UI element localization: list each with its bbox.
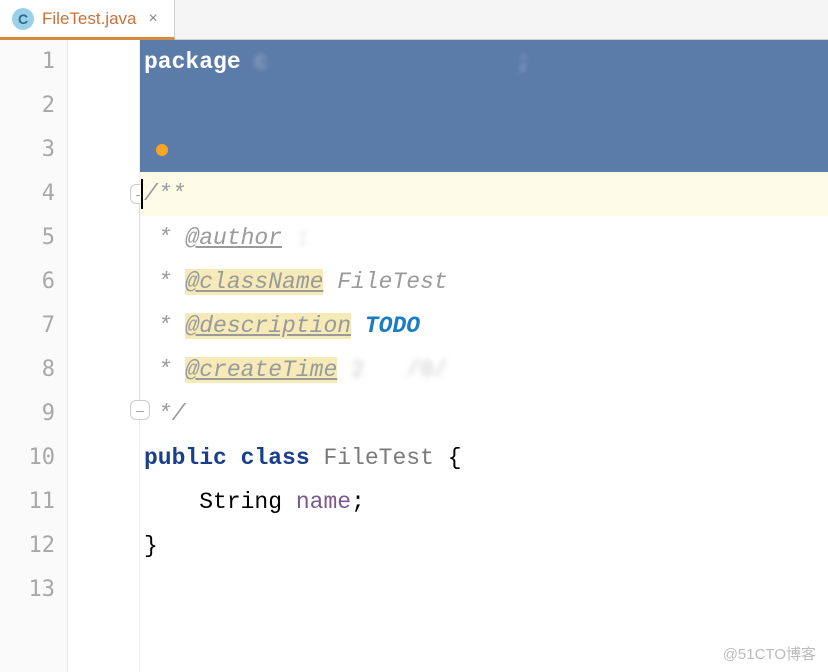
editor-tab[interactable]: C FileTest.java × xyxy=(0,0,175,40)
code-line[interactable]: } xyxy=(140,524,828,568)
keyword-class: class xyxy=(241,445,310,471)
code-line[interactable]: package c ; xyxy=(140,40,828,84)
tab-bar: C FileTest.java × xyxy=(0,0,828,40)
close-icon[interactable]: × xyxy=(144,10,161,28)
warning-dot-icon xyxy=(156,144,168,156)
code-line[interactable]: * @description TODO xyxy=(140,304,828,348)
line-number: 2 xyxy=(0,84,67,128)
line-number: 8 xyxy=(0,348,67,392)
code-line[interactable]: * @author : xyxy=(140,216,828,260)
line-number: 11 xyxy=(0,480,67,524)
tab-filename: FileTest.java xyxy=(42,9,136,29)
line-number: 9 xyxy=(0,392,67,436)
watermark: @51CTO博客 xyxy=(723,643,816,664)
doc-tag-author: @author xyxy=(185,225,282,251)
doc-tag-createtime: @createTime xyxy=(185,357,337,383)
line-number: 6 xyxy=(0,260,67,304)
code-line[interactable]: * @className FileTest xyxy=(140,260,828,304)
code-line[interactable] xyxy=(140,128,828,172)
todo-marker: TODO xyxy=(365,313,420,339)
code-line[interactable] xyxy=(140,84,828,128)
code-line[interactable]: * @createTime 2 /0/ xyxy=(140,348,828,392)
editor-area: 1 2 3 4 5 6 7 8 9 10 11 12 13 – – packag… xyxy=(0,40,828,672)
doc-tag-description: @description xyxy=(185,313,351,339)
text-caret xyxy=(141,179,143,209)
doc-open: /** xyxy=(144,181,185,207)
keyword-package: package xyxy=(144,49,241,75)
package-name: c ; xyxy=(241,49,531,75)
line-number-gutter: 1 2 3 4 5 6 7 8 9 10 11 12 13 xyxy=(0,40,68,672)
class-identifier: FileTest xyxy=(323,445,433,471)
code-line[interactable]: */ xyxy=(140,392,828,436)
line-number: 7 xyxy=(0,304,67,348)
doc-close: */ xyxy=(144,401,185,427)
code-line[interactable]: /** xyxy=(140,172,828,216)
code-line[interactable]: public class FileTest { xyxy=(140,436,828,480)
java-class-icon: C xyxy=(12,8,34,30)
line-number: 1 xyxy=(0,40,67,84)
line-number: 13 xyxy=(0,568,67,612)
line-number: 3 xyxy=(0,128,67,172)
doc-tag-classname: @className xyxy=(185,269,323,295)
line-number: 5 xyxy=(0,216,67,260)
keyword-public: public xyxy=(144,445,227,471)
line-number: 10 xyxy=(0,436,67,480)
fold-gutter: – – xyxy=(68,40,140,672)
field-type: String xyxy=(199,489,282,515)
line-number: 4 xyxy=(0,172,67,216)
line-number: 12 xyxy=(0,524,67,568)
code-editor[interactable]: package c ; /** * @author : * @className… xyxy=(140,40,828,672)
code-line[interactable]: String name; xyxy=(140,480,828,524)
classname-value: FileTest xyxy=(323,269,447,295)
author-value: : xyxy=(282,225,448,251)
code-line[interactable] xyxy=(140,568,828,612)
createtime-value: 2 /0/ xyxy=(337,357,599,383)
field-name: name xyxy=(296,489,351,515)
